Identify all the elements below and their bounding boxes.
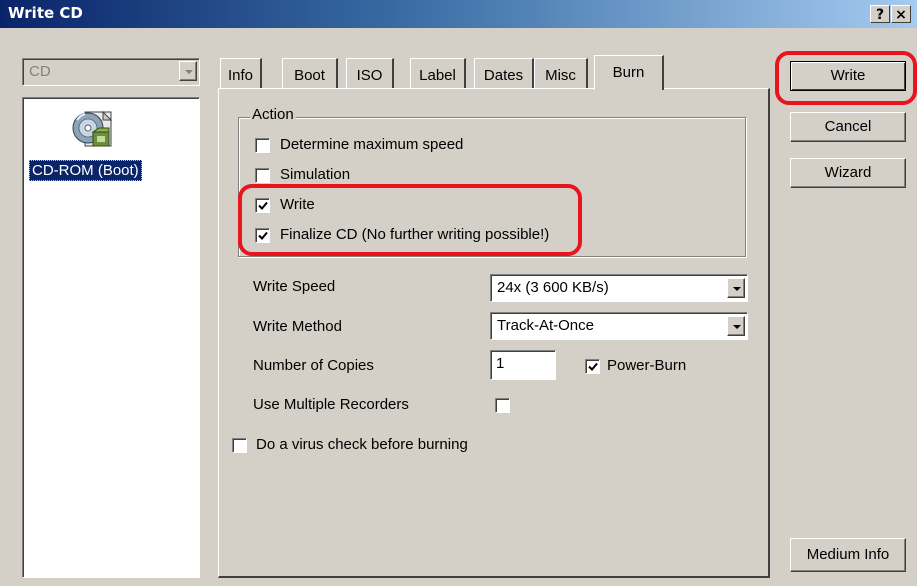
tab-dates[interactable]: Dates — [474, 58, 534, 88]
write-button[interactable]: Write — [790, 61, 906, 91]
virus-check-label[interactable]: Do a virus check before burning — [256, 436, 468, 453]
write-method-label: Write Method — [253, 318, 342, 335]
window-title: Write CD — [8, 4, 83, 22]
tab-misc[interactable]: Misc — [534, 58, 588, 88]
multi-recorders-checkbox[interactable] — [495, 398, 510, 413]
write-label[interactable]: Write — [280, 196, 315, 213]
medium-type-value: CD — [29, 63, 51, 80]
tab-info-label: Info — [227, 67, 254, 84]
tab-burn[interactable]: Burn — [594, 55, 664, 90]
tab-boot[interactable]: Boot — [282, 58, 338, 88]
medium-type-dropdown-button — [179, 61, 197, 81]
action-group-title: Action — [250, 106, 296, 123]
copies-label: Number of Copies — [253, 357, 374, 374]
checkmark-icon — [588, 362, 598, 371]
tab-misc-label: Misc — [545, 67, 576, 84]
virus-check-checkbox[interactable] — [232, 438, 247, 453]
tab-iso[interactable]: ISO — [346, 58, 394, 88]
write-speed-select[interactable]: 24x (3 600 KB/s) — [490, 274, 748, 302]
copies-value: 1 — [496, 355, 505, 372]
wizard-button[interactable]: Wizard — [790, 158, 906, 188]
write-speed-dropdown-button[interactable] — [727, 278, 745, 298]
cancel-button[interactable]: Cancel — [790, 112, 906, 142]
tab-burn-label: Burn — [612, 64, 645, 81]
medium-info-button-label: Medium Info — [806, 546, 890, 563]
cancel-button-label: Cancel — [824, 118, 872, 135]
write-method-select[interactable]: Track-At-Once — [490, 312, 748, 340]
power-burn-label[interactable]: Power-Burn — [607, 357, 686, 374]
tab-label-label: Label — [419, 67, 456, 84]
write-method-value: Track-At-Once — [497, 317, 594, 334]
chevron-down-icon — [733, 325, 741, 329]
simulation-label[interactable]: Simulation — [280, 166, 350, 183]
power-burn-checkbox[interactable] — [585, 359, 600, 374]
cd-rom-boot-icon — [71, 108, 117, 154]
wizard-button-label: Wizard — [824, 164, 872, 181]
simulation-checkbox[interactable] — [255, 168, 270, 183]
medium-info-button[interactable]: Medium Info — [790, 538, 906, 572]
help-button[interactable]: ? — [870, 5, 890, 23]
chevron-down-icon — [185, 70, 193, 74]
finalize-cd-checkbox[interactable] — [255, 228, 270, 243]
chevron-down-icon — [733, 287, 741, 291]
layout-list[interactable]: CD-ROM (Boot) — [22, 97, 200, 578]
tab-dates-label: Dates — [483, 67, 524, 84]
checkmark-icon — [258, 231, 268, 240]
layout-list-item-label: CD-ROM (Boot) — [29, 160, 142, 181]
title-bar[interactable]: Write CD ? × — [0, 0, 917, 28]
write-method-dropdown-button[interactable] — [727, 316, 745, 336]
tab-info[interactable]: Info — [220, 58, 262, 88]
determine-max-speed-checkbox[interactable] — [255, 138, 270, 153]
checkmark-icon — [258, 201, 268, 210]
write-speed-label: Write Speed — [253, 278, 336, 295]
multi-recorders-label: Use Multiple Recorders — [253, 396, 409, 413]
tab-iso-label: ISO — [356, 67, 383, 84]
tab-boot-label: Boot — [294, 67, 325, 84]
medium-type-combo: CD — [22, 58, 200, 86]
determine-max-speed-label[interactable]: Determine maximum speed — [280, 136, 463, 153]
write-checkbox[interactable] — [255, 198, 270, 213]
close-button[interactable]: × — [891, 5, 911, 23]
layout-list-item-cd-rom-boot[interactable]: CD-ROM (Boot) — [29, 160, 142, 181]
copies-input[interactable]: 1 — [490, 350, 556, 380]
tab-label[interactable]: Label — [410, 58, 466, 88]
finalize-cd-label[interactable]: Finalize CD (No further writing possible… — [280, 226, 549, 243]
write-cd-dialog: Write CD ? × CD CD-ROM (Boot) Info Boot … — [0, 0, 917, 586]
write-button-label: Write — [830, 67, 866, 84]
write-speed-value: 24x (3 600 KB/s) — [497, 279, 609, 296]
